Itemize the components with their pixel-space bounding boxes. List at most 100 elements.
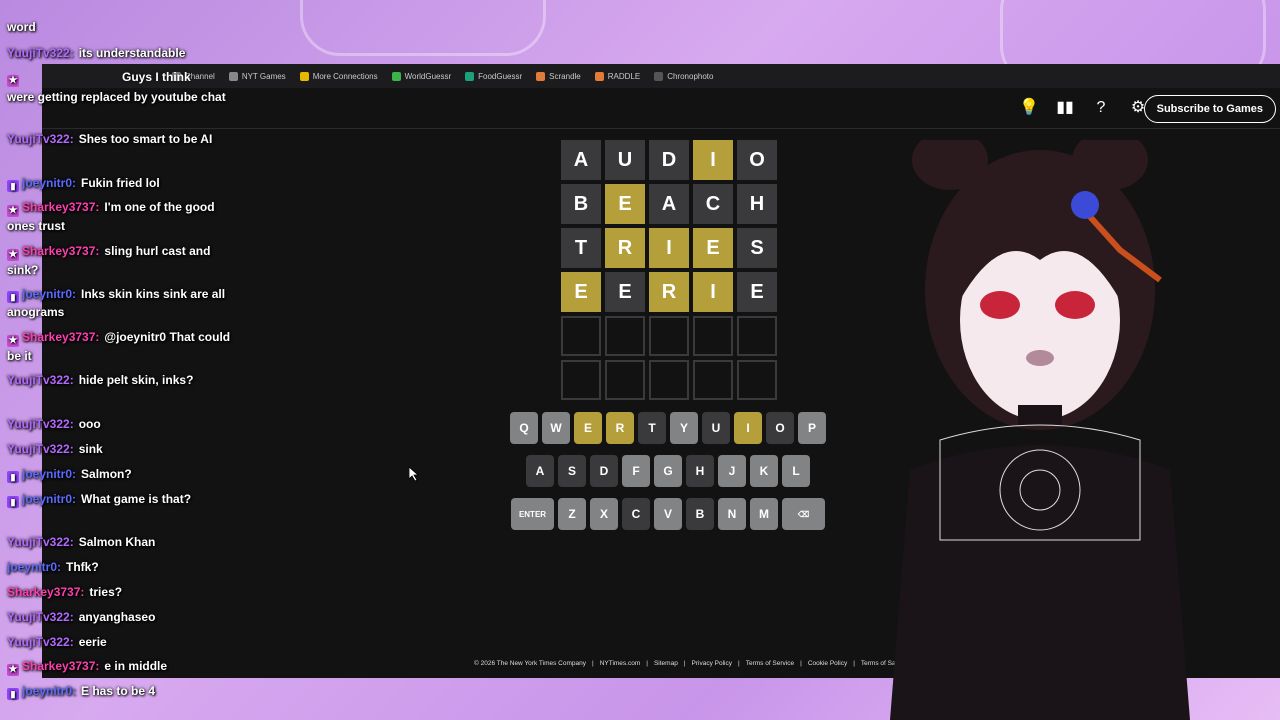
letter-tile: E (693, 228, 733, 268)
letter-tile: R (605, 228, 645, 268)
footer-separator: | (738, 660, 740, 667)
backspace-icon[interactable]: ⌫ (782, 498, 825, 530)
chat-username[interactable]: Sharkey3737: (7, 585, 84, 599)
chat-username[interactable]: joeynitr0: (22, 287, 76, 301)
chat-message: YuujiTv322: Shes too smart to be AI (7, 130, 232, 148)
footer-link[interactable]: Privacy Policy (692, 660, 732, 667)
key-j[interactable]: J (718, 455, 746, 487)
sub-badge-icon: ▮ (7, 471, 19, 483)
chat-message: YuujiTv322: anyanghaseo (7, 608, 232, 626)
guess-row: TRIES (561, 228, 777, 268)
key-y[interactable]: Y (670, 412, 698, 444)
letter-tile (605, 360, 645, 400)
star-badge-icon: ★ (7, 664, 19, 676)
letter-tile (693, 360, 733, 400)
keyboard-row: ENTER Z X C V B N M ⌫ (510, 498, 826, 530)
bookmark-label: Scrandle (549, 71, 581, 81)
chat-username[interactable]: joeynitr0: (22, 467, 76, 481)
bookmark-item[interactable]: Scrandle (536, 71, 581, 81)
key-g[interactable]: G (654, 455, 682, 487)
lightbulb-icon[interactable]: 💡 (1019, 98, 1039, 118)
guess-row (561, 316, 777, 356)
bookmark-label: FoodGuessr (478, 71, 523, 81)
key-h[interactable]: H (686, 455, 714, 487)
bookmark-item[interactable]: RADDLE (594, 71, 640, 81)
stats-icon[interactable]: ▮▮ (1055, 98, 1075, 118)
key-d[interactable]: D (590, 455, 618, 487)
key-i[interactable]: I (734, 412, 762, 444)
key-f[interactable]: F (622, 455, 650, 487)
bookmark-item[interactable]: Chronophoto (654, 71, 713, 81)
letter-tile: I (693, 272, 733, 312)
chat-username[interactable]: Sharkey3737: (22, 659, 99, 673)
camera-icon (654, 71, 664, 81)
key-o[interactable]: O (766, 412, 794, 444)
key-w[interactable]: W (542, 412, 570, 444)
chat-message: word (7, 18, 232, 36)
mouse-cursor (408, 466, 420, 482)
game-board: AUDIOBEACHTRIESEERIE (561, 140, 777, 404)
footer-separator: | (683, 660, 686, 667)
footer-link[interactable]: © 2026 The New York Times Company (474, 660, 586, 667)
key-s[interactable]: S (558, 455, 586, 487)
letter-tile: A (561, 140, 601, 180)
help-icon[interactable]: ? (1091, 98, 1111, 118)
letter-tile: E (605, 184, 645, 224)
key-n[interactable]: N (718, 498, 746, 530)
chat-username[interactable]: YuujiTv322: (7, 132, 74, 146)
key-r[interactable]: R (606, 412, 634, 444)
sub-badge-icon: ▮ (7, 180, 19, 192)
footer-link[interactable]: NYTimes.com (600, 660, 641, 667)
chat-message: ▮ joeynitr0: E has to be 4 (7, 682, 232, 700)
chat-username[interactable]: joeynitr0: (7, 560, 61, 574)
key-e[interactable]: E (574, 412, 602, 444)
key-q[interactable]: Q (510, 412, 538, 444)
chat-username[interactable]: YuujiTv322: (7, 46, 74, 60)
key-u[interactable]: U (702, 412, 730, 444)
star-badge-icon: ★ (7, 205, 19, 217)
chat-username[interactable]: YuujiTv322: (7, 442, 74, 456)
chat-username[interactable]: YuujiTv322: (7, 535, 74, 549)
key-b[interactable]: B (686, 498, 714, 530)
guess-row: AUDIO (561, 140, 777, 180)
key-x[interactable]: X (590, 498, 618, 530)
chat-text: sink (78, 442, 103, 456)
footer-link[interactable]: Cookie Policy (808, 660, 847, 667)
bookmark-item[interactable]: FoodGuessr (465, 71, 523, 81)
key-m[interactable]: M (750, 498, 778, 530)
chat-username[interactable]: joeynitr0: (22, 684, 76, 698)
footer-link[interactable]: Sitemap (654, 660, 678, 667)
chat-username[interactable]: Sharkey3737: (22, 244, 99, 258)
chat-username[interactable]: YuujiTv322: (7, 635, 74, 649)
chat-text: tries? (89, 585, 123, 599)
chat-username[interactable]: YuujiTv322: (7, 417, 74, 431)
key-p[interactable]: P (798, 412, 826, 444)
letter-tile: U (605, 140, 645, 180)
letter-tile: A (649, 184, 689, 224)
letter-tile: H (737, 184, 777, 224)
bookmark-label: More Connections (312, 71, 378, 81)
subscribe-button[interactable]: Subscribe to Games (1143, 95, 1276, 123)
letter-tile: O (737, 140, 777, 180)
bookmark-item[interactable]: More Connections (299, 71, 378, 81)
footer-link[interactable]: Terms of Service (746, 660, 794, 667)
key-l[interactable]: L (782, 455, 810, 487)
chat-username[interactable]: YuujiTv322: (7, 373, 74, 387)
key-v[interactable]: V (654, 498, 682, 530)
star-badge-icon: ★ (7, 335, 19, 347)
chat-username[interactable]: Sharkey3737: (22, 200, 99, 214)
key-c[interactable]: C (622, 498, 650, 530)
bookmark-item[interactable]: WorldGuessr (391, 71, 451, 81)
enter-key[interactable]: ENTER (511, 498, 554, 530)
key-t[interactable]: T (638, 412, 666, 444)
chat-username[interactable]: joeynitr0: (22, 176, 76, 190)
chat-username[interactable]: Sharkey3737: (22, 330, 99, 344)
chat-username[interactable]: joeynitr0: (22, 492, 76, 506)
chat-message: YuujiTv322: eerie (7, 633, 232, 651)
key-k[interactable]: K (750, 455, 778, 487)
chat-message: ▮ joeynitr0: Fukin fried lol (7, 174, 232, 192)
guess-row: BEACH (561, 184, 777, 224)
key-a[interactable]: A (526, 455, 554, 487)
key-z[interactable]: Z (558, 498, 586, 530)
chat-username[interactable]: YuujiTv322: (7, 610, 74, 624)
